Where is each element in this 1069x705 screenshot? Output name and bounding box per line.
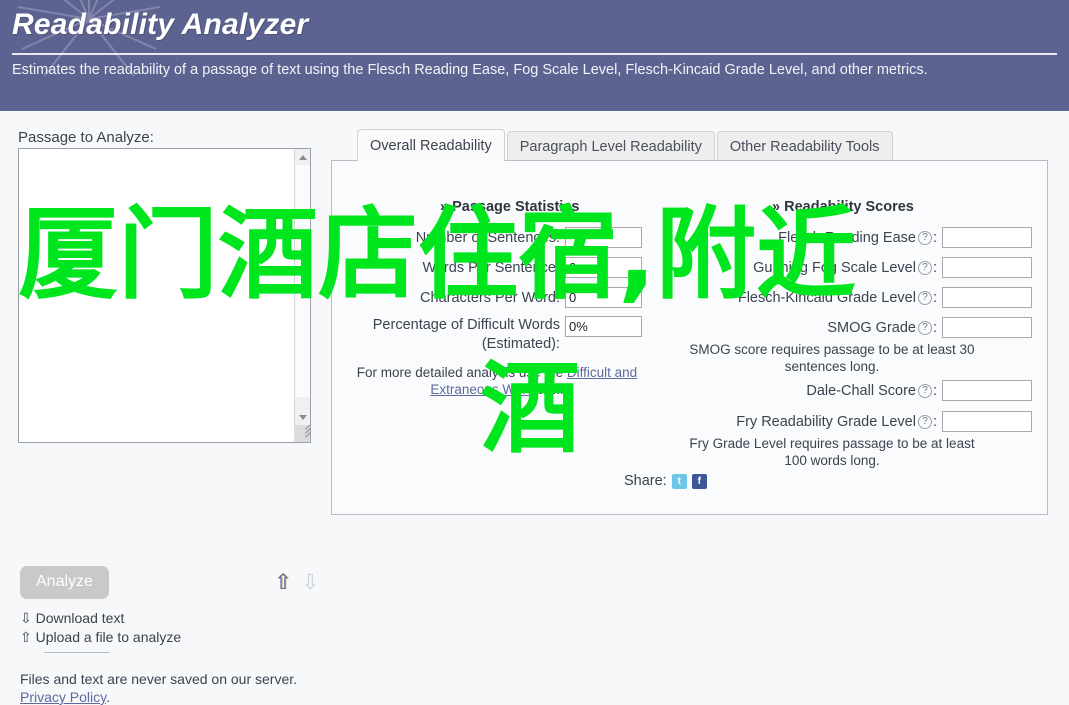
percentage-difficult-words-input[interactable]: [565, 316, 642, 337]
field-number-of-sentences: Number of Sentences:: [352, 227, 642, 248]
privacy-policy-suffix: .: [106, 689, 110, 705]
upload-arrow-icon[interactable]: ⇧: [274, 572, 292, 593]
help-icon[interactable]: ?: [917, 260, 932, 275]
page-header: Readability Analyzer Estimates the reada…: [0, 0, 1069, 111]
header-divider: [12, 53, 1057, 55]
upload-file-link[interactable]: ⇧ Upload a file to analyze: [20, 629, 181, 646]
note-suffix: tool.: [538, 382, 564, 397]
field-dale-chall-score: Dale-Chall Score ? :: [672, 380, 1032, 401]
gunning-fog-scale-level-input[interactable]: [942, 257, 1032, 278]
share-label: Share:: [624, 473, 667, 489]
tab-bar: Overall Readability Paragraph Level Read…: [357, 129, 895, 161]
passage-label: Passage to Analyze:: [18, 129, 154, 146]
difficult-words-note: For more detailed analysis use the Diffi…: [352, 364, 642, 398]
fry-note: Fry Grade Level requires passage to be a…: [689, 436, 975, 468]
field-label: Percentage of Difficult Words (Estimated…: [372, 317, 560, 352]
left-divider: [44, 652, 110, 653]
readability-scores-heading: » Readability Scores: [772, 199, 914, 215]
textarea-resize-handle[interactable]: [294, 425, 310, 442]
scrollbar-thumb[interactable]: [295, 165, 310, 397]
chevron-right-icon: »: [440, 199, 449, 215]
field-label: Flesch Reading Ease: [778, 229, 916, 246]
facebook-icon[interactable]: f: [691, 473, 707, 489]
privacy-policy-link[interactable]: Privacy Policy: [20, 689, 106, 705]
help-icon[interactable]: ?: [917, 320, 932, 335]
field-flesch-reading-ease: Flesch Reading Ease ? :: [672, 227, 1032, 248]
field-percentage-difficult-words: Percentage of Difficult Words (Estimated…: [352, 316, 642, 354]
field-characters-per-word: Characters Per Word:: [352, 287, 642, 308]
transfer-arrows: ⇧ ⇩: [274, 572, 319, 593]
tab-other-readability-tools[interactable]: Other Readability Tools: [716, 131, 893, 161]
passage-textarea[interactable]: [19, 149, 294, 442]
field-colon: :: [932, 289, 937, 306]
fry-readability-grade-level-input[interactable]: [942, 411, 1032, 432]
field-colon: :: [932, 382, 937, 399]
tab-overall-readability[interactable]: Overall Readability: [357, 129, 505, 161]
field-label: Words Per Sentence:: [422, 259, 560, 276]
heading-text: Readability Scores: [784, 199, 914, 215]
share-row: Share: t f: [624, 473, 707, 489]
field-gunning-fog-scale-level: Gunning Fog Scale Level ? :: [672, 257, 1032, 278]
tab-label: Other Readability Tools: [729, 138, 880, 155]
page-title: Readability Analyzer: [12, 8, 309, 41]
tab-label: Overall Readability: [370, 137, 492, 154]
passage-textarea-wrapper[interactable]: [18, 148, 311, 443]
field-words-per-sentence: Words Per Sentence:: [352, 257, 642, 278]
smog-note: SMOG score requires passage to be at lea…: [689, 342, 975, 374]
scroll-up-icon[interactable]: [295, 149, 310, 165]
field-label: Flesch-Kincaid Grade Level: [737, 289, 916, 306]
privacy-footnote: Files and text are never saved on our se…: [20, 671, 298, 687]
help-icon[interactable]: ?: [917, 383, 932, 398]
field-label: Dale-Chall Score: [806, 382, 916, 399]
field-colon: :: [932, 259, 937, 276]
twitter-icon[interactable]: t: [671, 473, 687, 489]
words-per-sentence-input[interactable]: [565, 257, 642, 278]
field-colon: :: [932, 229, 937, 246]
help-icon[interactable]: ?: [917, 230, 932, 245]
download-text-link[interactable]: ⇩ Download text: [20, 610, 124, 627]
field-label: SMOG Grade: [827, 319, 916, 336]
field-label: Fry Readability Grade Level: [736, 413, 916, 430]
privacy-policy-line: Privacy Policy.: [20, 689, 110, 705]
smog-grade-input[interactable]: [942, 317, 1032, 338]
help-icon[interactable]: ?: [917, 290, 932, 305]
page-description: Estimates the readability of a passage o…: [12, 62, 928, 78]
field-colon: :: [932, 413, 937, 430]
field-label: Number of Sentences:: [415, 229, 560, 246]
textarea-scrollbar[interactable]: [294, 149, 310, 442]
characters-per-word-input[interactable]: [565, 287, 642, 308]
left-column: Passage to Analyze: Analyze ⇧ ⇩ ⇩ Downlo…: [0, 111, 330, 705]
heading-text: Passage Statistics: [452, 199, 580, 215]
flesch-kincaid-grade-level-input[interactable]: [942, 287, 1032, 308]
overall-readability-panel: » Passage Statistics Number of Sentences…: [331, 160, 1048, 515]
field-colon: :: [932, 319, 937, 336]
field-fry-readability-grade-level: Fry Readability Grade Level ? :: [672, 411, 1032, 432]
analyze-button[interactable]: Analyze: [20, 566, 109, 599]
tab-paragraph-level-readability[interactable]: Paragraph Level Readability: [506, 131, 715, 161]
dale-chall-score-input[interactable]: [942, 380, 1032, 401]
chevron-right-icon: »: [772, 199, 781, 215]
note-prefix: For more detailed analysis use the: [356, 365, 564, 380]
field-smog-grade: SMOG Grade ? :: [672, 317, 1032, 338]
scroll-down-icon[interactable]: [295, 409, 310, 425]
passage-statistics-heading: » Passage Statistics: [440, 199, 579, 215]
field-label: Characters Per Word:: [420, 289, 560, 306]
download-arrow-icon[interactable]: ⇩: [302, 572, 320, 593]
tab-label: Paragraph Level Readability: [519, 138, 702, 155]
field-flesch-kincaid-grade-level: Flesch-Kincaid Grade Level ? :: [672, 287, 1032, 308]
field-label: Gunning Fog Scale Level: [753, 259, 916, 276]
number-of-sentences-input[interactable]: [565, 227, 642, 248]
help-icon[interactable]: ?: [917, 414, 932, 429]
flesch-reading-ease-input[interactable]: [942, 227, 1032, 248]
